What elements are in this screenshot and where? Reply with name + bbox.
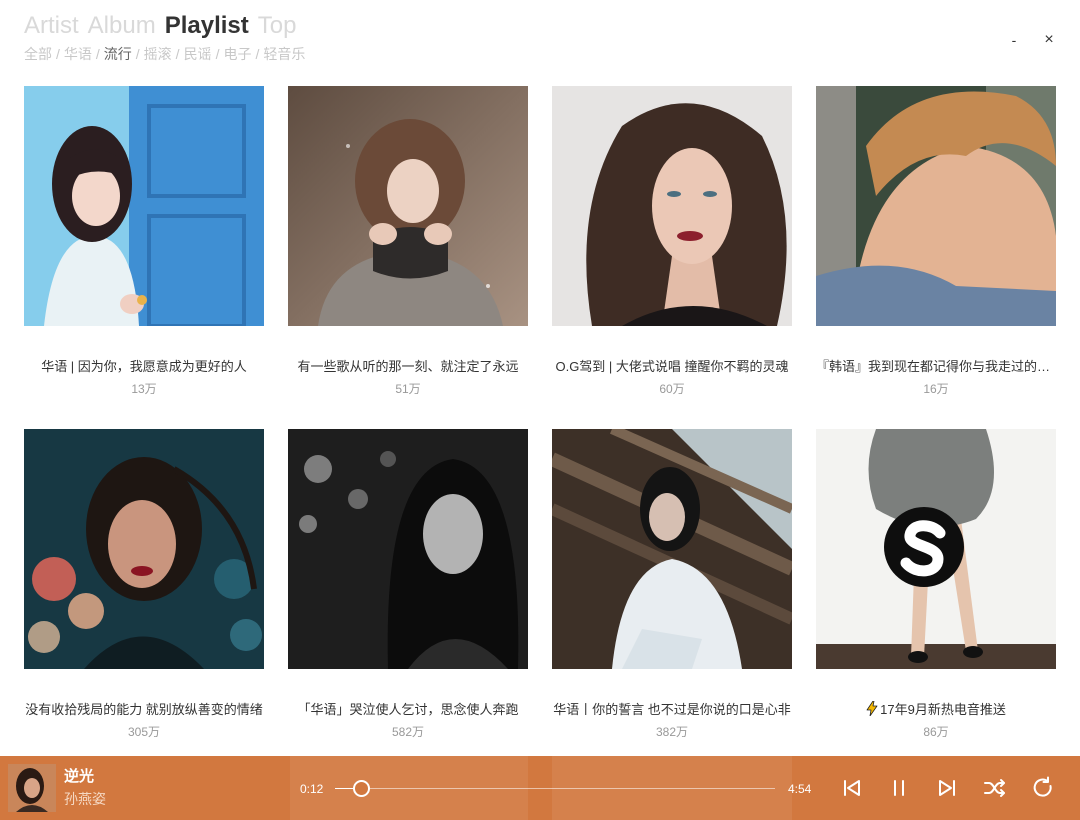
playlist-title[interactable]: 没有收拾残局的能力 就别放纵善变的情绪 <box>24 700 264 720</box>
category-separator: / <box>255 46 260 62</box>
progress-bar[interactable] <box>335 780 775 797</box>
playlist-cover[interactable] <box>816 86 1056 326</box>
playlist-card[interactable]: O.G驾到 | 大佬式说唱 撞醒你不羁的灵魂 60万 <box>552 86 792 397</box>
playlist-title[interactable]: 17年9月新热电音推送 <box>816 700 1056 720</box>
playlist-title[interactable]: 有一些歌从听的那一刻、就注定了永远 <box>288 357 528 377</box>
playlist-grid: 华语 | 因为你，我愿意成为更好的人 13万 有一些歌从听的那一刻、就注定了永远… <box>24 86 1056 740</box>
music-app-window: Artist Album Playlist Top 全部 / 华语 / 流行 /… <box>0 0 1080 820</box>
category-folk[interactable]: 民谣 <box>184 45 212 63</box>
playlist-title[interactable]: O.G驾到 | 大佬式说唱 撞醒你不羁的灵魂 <box>552 357 792 377</box>
playlist-title[interactable]: 『韩语』我到现在都记得你与我走过的那... <box>816 357 1056 377</box>
playlist-play-count: 582万 <box>391 725 425 739</box>
skip-back-icon <box>844 780 860 796</box>
playlist-play-count: 86万 <box>923 725 949 739</box>
minimize-button[interactable]: - <box>1004 30 1024 50</box>
category-pop[interactable]: 流行 <box>104 45 132 63</box>
category-light-music[interactable]: 轻音乐 <box>263 45 305 63</box>
category-filter: 全部 / 华语 / 流行 / 摇滚 / 民谣 / 电子 / 轻音乐 <box>24 45 305 63</box>
player-bar: 逆光 孙燕姿 0:12 4:54 <box>0 756 1080 820</box>
category-separator: / <box>135 46 140 62</box>
tab-album[interactable]: Album <box>88 11 156 41</box>
tab-artist[interactable]: Artist <box>24 11 79 41</box>
category-rock[interactable]: 摇滚 <box>144 45 172 63</box>
shuffle-button[interactable] <box>983 776 1007 800</box>
repeat-icon <box>1033 776 1052 797</box>
playlist-card[interactable]: 华语 | 因为你，我愿意成为更好的人 13万 <box>24 86 264 397</box>
playlist-card[interactable]: 有一些歌从听的那一刻、就注定了永远 51万 <box>288 86 528 397</box>
playlist-card[interactable]: 17年9月新热电音推送 86万 <box>816 429 1056 740</box>
close-button[interactable]: × <box>1039 30 1059 50</box>
playlist-cover[interactable] <box>288 429 528 669</box>
next-button[interactable] <box>935 776 959 800</box>
playlist-play-count: 13万 <box>131 382 157 396</box>
playlist-title[interactable]: 「华语」哭泣使人乞讨，思念使人奔跑 <box>288 700 528 720</box>
playlist-play-count: 51万 <box>395 382 421 396</box>
category-separator: / <box>215 46 220 62</box>
playlist-cover[interactable] <box>288 86 528 326</box>
playlist-play-count: 60万 <box>659 382 685 396</box>
playlist-cover[interactable] <box>816 429 1056 669</box>
playlist-title[interactable]: 华语丨你的誓言 也不过是你说的口是心非 <box>552 700 792 720</box>
skip-forward-icon <box>939 780 955 796</box>
repeat-button[interactable] <box>1031 776 1055 800</box>
playlist-card[interactable]: 『韩语』我到现在都记得你与我走过的那... 16万 <box>816 86 1056 397</box>
playlist-play-count: 16万 <box>923 382 949 396</box>
playlist-card[interactable]: 「华语」哭泣使人乞讨，思念使人奔跑 582万 <box>288 429 528 740</box>
playlist-cover[interactable] <box>552 86 792 326</box>
category-separator: / <box>175 46 180 62</box>
category-all[interactable]: 全部 <box>24 45 52 63</box>
category-electronic[interactable]: 电子 <box>223 45 251 63</box>
tab-playlist[interactable]: Playlist <box>165 11 249 41</box>
now-playing-artist: 孙燕姿 <box>64 791 106 807</box>
spinnin-logo <box>884 507 964 587</box>
pause-button[interactable] <box>887 776 911 800</box>
playlist-card[interactable]: 没有收拾残局的能力 就别放纵善变的情绪 305万 <box>24 429 264 740</box>
section-tabs: Artist Album Playlist Top <box>24 11 296 41</box>
lightning-icon <box>866 701 878 716</box>
playlist-title[interactable]: 华语 | 因为你，我愿意成为更好的人 <box>24 357 264 377</box>
total-duration: 4:54 <box>788 782 812 796</box>
category-chinese[interactable]: 华语 <box>64 45 92 63</box>
now-playing-title: 逆光 <box>64 768 95 785</box>
playlist-cover[interactable] <box>552 429 792 669</box>
previous-button[interactable] <box>840 776 864 800</box>
shuffle-icon <box>984 779 1005 797</box>
playlist-cover[interactable] <box>24 429 264 669</box>
now-playing-cover[interactable] <box>8 764 56 812</box>
playlist-title-text: 17年9月新热电音推送 <box>880 702 1006 717</box>
playlist-card[interactable]: 华语丨你的誓言 也不过是你说的口是心非 382万 <box>552 429 792 740</box>
playlist-play-count: 382万 <box>655 725 689 739</box>
category-separator: / <box>95 46 100 62</box>
playlist-cover[interactable] <box>24 86 264 326</box>
category-separator: / <box>56 46 60 62</box>
tab-top[interactable]: Top <box>258 11 297 41</box>
pause-icon <box>894 780 904 796</box>
elapsed-time: 0:12 <box>300 782 324 796</box>
playlist-play-count: 305万 <box>127 725 161 739</box>
